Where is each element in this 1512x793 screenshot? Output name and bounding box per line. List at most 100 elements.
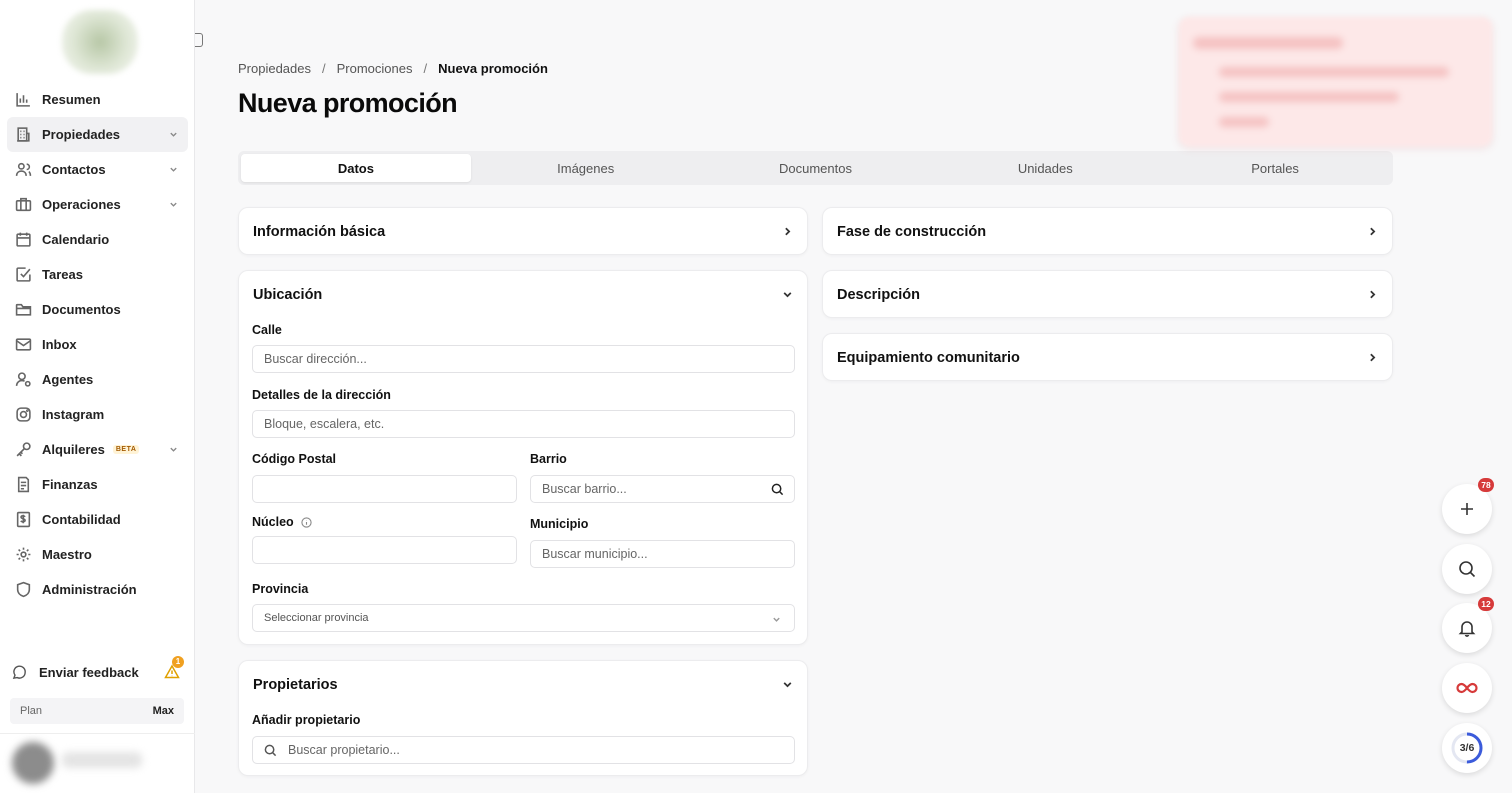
infinity-button[interactable] xyxy=(1442,663,1492,713)
card-header-propietarios[interactable]: Propietarios xyxy=(239,661,807,709)
dollar-sheet-icon xyxy=(16,511,31,528)
user-name-blurred xyxy=(62,752,142,768)
card-header-fase-construccion[interactable]: Fase de construcción xyxy=(823,208,1392,256)
plan-label: Plan xyxy=(20,705,43,717)
chevron-right-icon xyxy=(1370,290,1376,299)
sidebar-item-agentes[interactable]: Agentes xyxy=(7,362,188,397)
bar-chart-icon xyxy=(16,93,30,107)
sidebar-item-alquileres[interactable]: Alquileres BETA xyxy=(7,432,188,467)
sidebar-item-instagram[interactable]: Instagram xyxy=(7,397,188,432)
sidebar-item-administracion[interactable]: Administración xyxy=(7,572,188,607)
feedback-label: Enviar feedback xyxy=(39,664,139,680)
breadcrumb-link-propiedades[interactable]: Propiedades xyxy=(238,61,311,76)
card-propietarios: Propietarios Añadir propietario Buscar p… xyxy=(238,660,808,776)
sidebar-item-contactos[interactable]: Contactos xyxy=(7,152,188,187)
sidebar-item-label: Propiedades xyxy=(42,127,121,142)
sidebar-item-label: Alquileres xyxy=(42,442,105,457)
postal-code-label: Código Postal xyxy=(252,452,337,466)
street-search-input[interactable]: Buscar dirección... xyxy=(252,345,795,373)
province-label: Provincia xyxy=(252,582,309,596)
tab-documentos[interactable]: Documentos xyxy=(701,154,931,182)
tab-portales[interactable]: Portales xyxy=(1160,154,1390,182)
sidebar-item-propiedades[interactable]: Propiedades xyxy=(7,117,188,152)
sidebar-item-maestro[interactable]: Maestro xyxy=(7,537,188,572)
address-details-label: Detalles de la dirección xyxy=(252,388,391,402)
postal-code-input[interactable] xyxy=(252,475,517,503)
beta-badge: BETA xyxy=(112,445,140,454)
owner-search-input[interactable]: Buscar propietario... xyxy=(252,736,795,764)
sidebar-item-label: Documentos xyxy=(42,302,121,317)
sidebar-toggle-icon[interactable] xyxy=(195,33,203,47)
message-circle-icon xyxy=(12,664,26,679)
sidebar-item-resumen[interactable]: Resumen xyxy=(7,82,188,117)
settings-icon xyxy=(16,547,31,562)
sidebar-item-tareas[interactable]: Tareas xyxy=(7,257,188,292)
chevron-right-icon xyxy=(785,227,791,236)
inbox-icon xyxy=(15,338,32,351)
warning-indicator[interactable]: 1 xyxy=(164,656,184,680)
company-logo[interactable] xyxy=(62,10,138,74)
tab-imagenes[interactable]: Imágenes xyxy=(471,154,701,182)
sidebar-item-finanzas[interactable]: Finanzas xyxy=(7,467,188,502)
sidebar: Resumen Propiedades Contactos Operacione… xyxy=(0,0,195,793)
address-details-input[interactable]: Bloque, escalera, etc. xyxy=(252,410,795,438)
sidebar-item-inbox[interactable]: Inbox xyxy=(7,327,188,362)
sidebar-item-label: Calendario xyxy=(42,232,110,247)
user-gear-icon xyxy=(15,372,31,387)
tab-datos[interactable]: Datos xyxy=(241,154,471,182)
chevron-right-icon xyxy=(1370,227,1376,236)
card-header-informacion-basica[interactable]: Información básica xyxy=(239,208,807,256)
key-icon xyxy=(16,442,31,457)
sidebar-item-label: Operaciones xyxy=(42,197,121,212)
sidebar-item-calendario[interactable]: Calendario xyxy=(7,222,188,257)
sidebar-item-label: Agentes xyxy=(42,372,94,387)
add-button[interactable]: 78 xyxy=(1442,478,1494,534)
folder-icon xyxy=(15,303,32,316)
sidebar-item-contabilidad[interactable]: Contabilidad xyxy=(7,502,188,537)
building-icon xyxy=(17,127,30,142)
card-ubicacion: Ubicación Calle Buscar dirección... Deta… xyxy=(238,270,808,645)
tab-unidades[interactable]: Unidades xyxy=(930,154,1160,182)
sidebar-item-operaciones[interactable]: Operaciones xyxy=(7,187,188,222)
info-icon[interactable] xyxy=(301,517,312,528)
breadcrumb-link-promociones[interactable]: Promociones xyxy=(337,61,413,76)
calendar-icon xyxy=(16,232,31,247)
notification-toast[interactable] xyxy=(1179,17,1492,146)
card-header-ubicacion[interactable]: Ubicación xyxy=(239,271,807,319)
card-header-equipamiento-comunitario[interactable]: Equipamiento comunitario xyxy=(823,334,1392,382)
search-button[interactable] xyxy=(1442,544,1492,594)
chevron-right-icon xyxy=(1370,353,1376,362)
card-title: Ubicación xyxy=(253,287,323,303)
province-select[interactable]: Seleccionar provincia xyxy=(252,604,795,632)
neighborhood-placeholder: Buscar barrio... xyxy=(542,482,627,496)
sidebar-item-documentos[interactable]: Documentos xyxy=(7,292,188,327)
sidebar-item-label: Inbox xyxy=(42,337,77,352)
avatar xyxy=(12,742,54,784)
neighborhood-search-input[interactable]: Buscar barrio... xyxy=(530,475,795,503)
card-header-descripcion[interactable]: Descripción xyxy=(823,271,1392,319)
add-owner-label: Añadir propietario xyxy=(252,713,361,727)
instagram-icon xyxy=(16,407,31,422)
briefcase-icon xyxy=(15,197,32,212)
onboarding-progress-button[interactable]: 3/6 xyxy=(1442,723,1492,773)
feedback-button[interactable]: Enviar feedback 1 xyxy=(12,656,184,684)
municipality-search-input[interactable]: Buscar municipio... xyxy=(530,540,795,568)
municipality-label: Municipio xyxy=(530,517,589,531)
chevron-down-icon xyxy=(170,447,177,452)
plus-icon xyxy=(1461,503,1473,515)
search-icon[interactable] xyxy=(771,483,784,496)
breadcrumb-separator: / xyxy=(322,61,326,76)
card-equipamiento-comunitario: Equipamiento comunitario xyxy=(822,333,1393,381)
chevron-down-icon xyxy=(170,132,177,137)
users-icon xyxy=(15,162,32,176)
municipality-placeholder: Buscar municipio... xyxy=(542,547,648,561)
chevron-down-icon xyxy=(170,167,177,172)
user-menu[interactable] xyxy=(0,733,195,793)
nucleus-input[interactable] xyxy=(252,536,517,564)
nucleus-label: Núcleo xyxy=(252,515,294,529)
notifications-button[interactable]: 12 xyxy=(1442,597,1494,653)
chevron-down-icon xyxy=(170,202,177,207)
card-title: Propietarios xyxy=(253,677,338,693)
chevron-down-icon xyxy=(783,682,792,688)
notifications-count-badge: 12 xyxy=(1478,597,1494,611)
